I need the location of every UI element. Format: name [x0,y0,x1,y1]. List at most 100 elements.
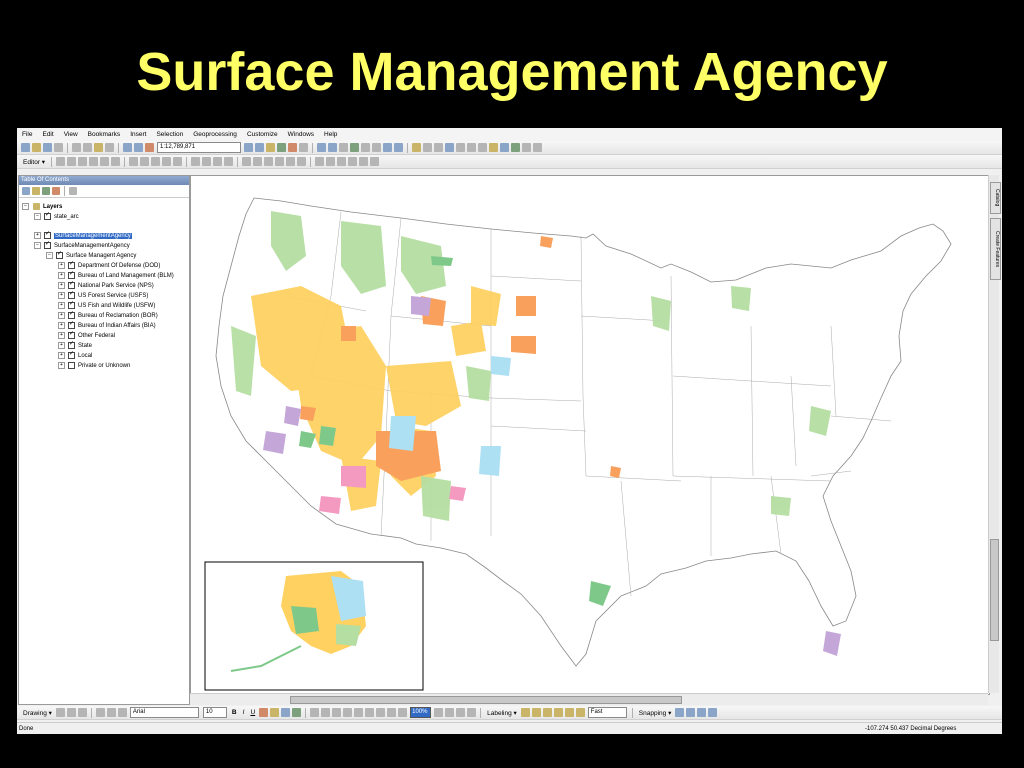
expand-icon[interactable]: + [58,312,65,319]
find-route-icon[interactable] [500,143,509,152]
agency-legend-item[interactable]: + Bureau of Indian Affairs (BIA) [58,320,156,330]
view-unplaced-labels-icon[interactable] [575,708,585,717]
rotate-icon[interactable] [66,708,76,717]
full-extent-icon[interactable] [350,143,359,152]
expand-icon[interactable]: + [58,292,65,299]
editor-menu[interactable]: Editor ▾ [20,158,48,166]
agency-visibility-checkbox[interactable] [68,340,75,349]
focus-data-frame-icon[interactable] [445,708,455,717]
delete-icon[interactable] [105,143,114,152]
go-to-xy-icon[interactable] [511,143,520,152]
expand-icon[interactable]: + [58,352,65,359]
list-by-drawing-order-icon[interactable] [22,187,30,195]
add-data-icon[interactable] [145,143,154,152]
geometric-network-icon[interactable] [264,157,274,166]
vertex-snapping-icon[interactable] [697,708,707,717]
agency-legend-item[interactable]: + Bureau of Reclamation (BOR) [58,310,158,320]
search-window-icon[interactable] [277,143,286,152]
text-icon[interactable] [106,708,116,717]
menu-help[interactable]: Help [319,131,342,138]
convert-graphics-icon[interactable] [117,708,127,717]
menu-view[interactable]: View [59,131,83,138]
underline-button[interactable]: U [247,709,258,716]
agency-legend-item[interactable]: + National Park Service (NPS) [58,280,154,290]
image-analysis-icon[interactable] [370,157,380,166]
layout-zoom-in-icon[interactable] [310,708,320,717]
toc-options-icon[interactable] [69,187,77,195]
expand-icon[interactable]: + [58,302,65,309]
state-arc-layer[interactable]: − state_arc [34,211,79,221]
agency-visibility-checkbox[interactable] [68,260,75,269]
expand-icon[interactable]: + [58,362,65,369]
cut-icon[interactable] [72,143,81,152]
agency-legend-item[interactable]: + Local [58,350,92,360]
agency-visibility-checkbox[interactable] [68,350,75,359]
layout-pan-icon[interactable] [332,708,342,717]
undo-icon[interactable] [123,143,132,152]
new-document-icon[interactable] [21,143,30,152]
catalog-tab[interactable]: Catalog [990,182,1001,214]
menu-selection[interactable]: Selection [151,131,188,138]
layer-visibility-checkbox[interactable] [44,211,51,220]
menu-bookmarks[interactable]: Bookmarks [83,131,126,138]
copy-icon[interactable] [83,143,92,152]
agency-legend-item[interactable]: + State [58,340,92,350]
sma-selected-layer[interactable]: + SurfaceManagementAgency [34,230,132,240]
menu-insert[interactable]: Insert [125,131,151,138]
layout-zoom-out-icon[interactable] [321,708,331,717]
pan-icon[interactable] [339,143,348,152]
time-slider-icon[interactable] [522,143,531,152]
data-driven-pages-icon[interactable] [467,708,477,717]
zoom-whole-page-icon[interactable] [343,708,353,717]
label-quality-select[interactable]: Fast [587,707,627,718]
trace-icon[interactable] [100,157,110,166]
rotate-icon[interactable] [140,157,150,166]
menu-file[interactable]: File [17,131,37,138]
label-weights-icon[interactable] [542,708,552,717]
map-horizontal-scrollbar[interactable] [190,693,988,705]
hyperlink-icon[interactable] [456,143,465,152]
sma-group-layer[interactable]: − SurfaceManagementAgency [34,240,130,250]
layer-visibility-checkbox[interactable] [44,240,51,249]
collapse-icon[interactable]: − [46,252,53,259]
expand-icon[interactable]: + [58,332,65,339]
layers-node[interactable]: − Layers [22,202,62,211]
point-icon[interactable] [111,157,121,166]
map-scale-input[interactable]: 1:12,789,871 [157,142,241,153]
layer-visibility-checkbox[interactable] [44,230,51,239]
redo-icon[interactable] [134,143,143,152]
identify-icon[interactable] [445,143,454,152]
agency-visibility-checkbox[interactable] [68,280,75,289]
rectangle-icon[interactable] [95,708,105,717]
open-icon[interactable] [32,143,41,152]
agency-legend-item[interactable]: + US Fish and Wildlife (USFW) [58,300,155,310]
labeling-menu[interactable]: Labeling ▾ [484,709,520,717]
fill-color-icon[interactable] [270,708,280,717]
topology-icon[interactable] [191,157,201,166]
sketch-properties-icon[interactable] [162,157,172,166]
clear-selection-icon[interactable] [423,143,432,152]
bold-button[interactable]: B [229,709,240,716]
python-window-icon[interactable] [299,143,308,152]
toggle-draft-mode-icon[interactable] [434,708,444,717]
sma-sublayer[interactable]: − Surface Managent Agency [46,250,136,260]
tracking-analyst-icon[interactable] [297,157,307,166]
agency-legend-item[interactable]: + US Forest Service (USFS) [58,290,148,300]
lock-labels-icon[interactable] [553,708,563,717]
html-popup-icon[interactable] [467,143,476,152]
edge-snapping-icon[interactable] [708,708,718,717]
zoom-in-icon[interactable] [317,143,326,152]
scroll-thumb[interactable] [290,696,682,704]
menu-edit[interactable]: Edit [37,131,58,138]
edit-annotation-icon[interactable] [67,157,77,166]
fixed-zoom-in-icon[interactable] [365,708,375,717]
font-color-icon[interactable] [259,708,269,717]
measure-icon[interactable] [478,143,487,152]
schematic-icon[interactable] [286,157,296,166]
select-elements-icon[interactable] [434,143,443,152]
line-color-icon[interactable] [281,708,291,717]
graphics-icon[interactable] [359,157,369,166]
parcel-editor-icon[interactable] [275,157,285,166]
expand-icon[interactable]: + [58,262,65,269]
end-point-arc-icon[interactable] [89,157,99,166]
